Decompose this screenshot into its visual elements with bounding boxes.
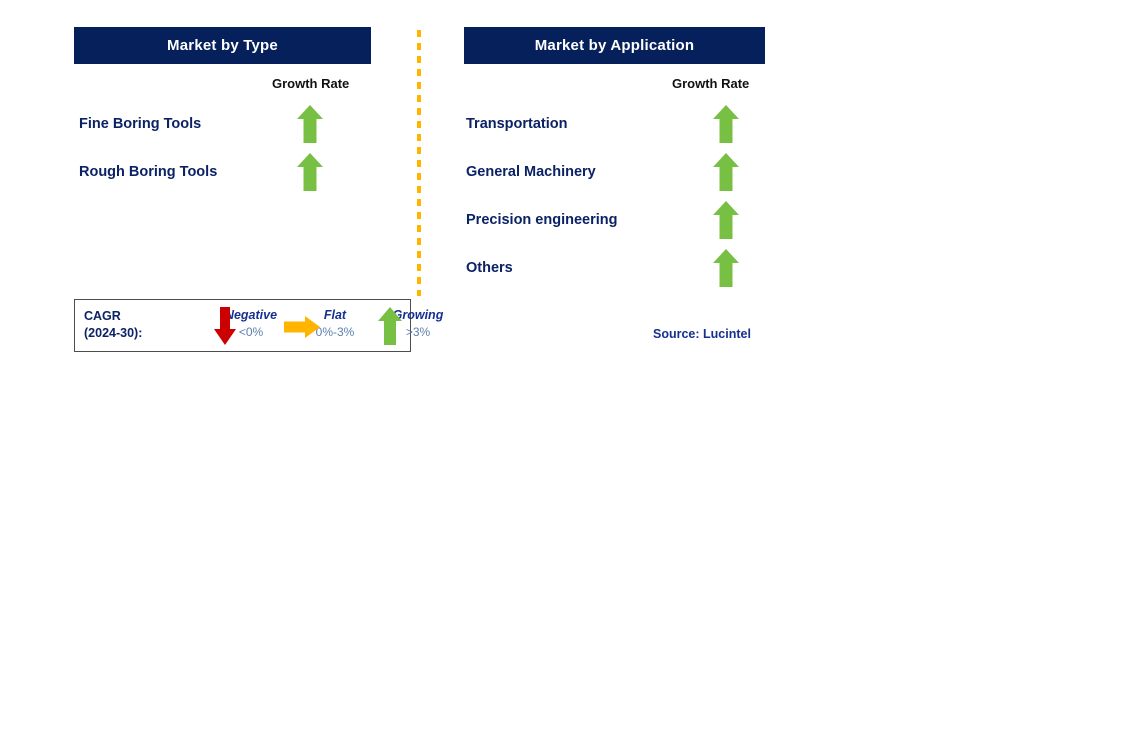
arrow-up-icon [712,152,740,192]
arrow-up-icon [712,248,740,288]
arrow-up-icon [712,104,740,144]
cagr-legend-box: CAGR (2024-30): Negative <0% Flat 0%-3% … [74,299,443,352]
segment-label: Others [466,260,513,276]
panel-divider-dashed-line [417,30,421,296]
growth-rate-column-header-application: Growth Rate [672,76,750,91]
segment-label: Precision engineering [466,212,618,228]
source-note: Source: Lucintel [653,327,751,341]
arrow-down-icon [213,306,237,346]
growth-rate-column-header-type: Growth Rate [272,76,350,91]
panel-title-text: Market by Type [167,37,278,54]
panel-title-text: Market by Application [534,37,695,54]
arrow-up-icon [377,306,403,346]
segment-label: General Machinery [466,164,596,180]
infographic-canvas: Market by Type Market by Application Gro… [0,0,1127,743]
panel-header-market-by-application: Market by Application [464,27,765,64]
segment-row: General Machinery [0,148,780,196]
segment-row: Precision engineering [0,196,780,244]
panel-header-market-by-type: Market by Type [74,27,371,64]
segment-label: Transportation [466,116,568,132]
arrow-right-icon [283,315,321,339]
segment-row: Others [0,244,780,292]
cagr-legend-title-line1: CAGR [84,309,121,323]
arrow-up-icon [712,200,740,240]
cagr-legend-title: CAGR (2024-30): [84,308,142,342]
cagr-legend-title-line2: (2024-30): [84,326,143,340]
segment-row: Transportation [0,100,780,148]
